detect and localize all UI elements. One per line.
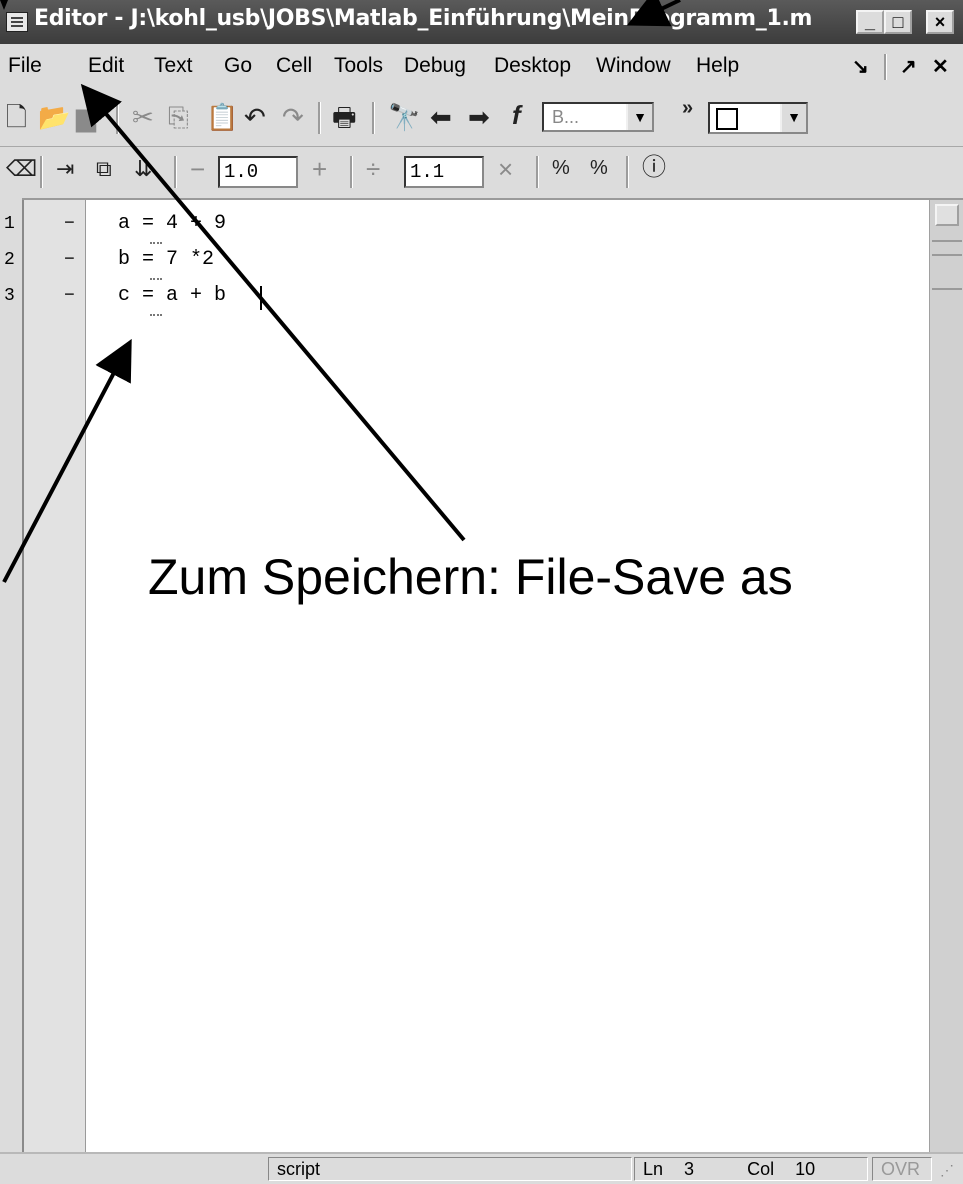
- minimize-button[interactable]: _: [856, 10, 884, 34]
- toolbar-separator: [318, 102, 321, 134]
- mlint-warning: [150, 308, 162, 316]
- insert-percent-icon[interactable]: %: [552, 158, 570, 178]
- decrement-value-input[interactable]: 1.0: [218, 156, 298, 188]
- function-icon[interactable]: f: [512, 102, 521, 128]
- line-label: Ln: [643, 1159, 664, 1179]
- evaluate-cell-icon[interactable]: ⧉: [96, 158, 112, 180]
- evaluate-advance-icon[interactable]: ⇊: [134, 158, 152, 180]
- save-icon[interactable]: ▆: [76, 104, 96, 130]
- menu-debug[interactable]: Debug: [404, 54, 466, 78]
- divide-icon[interactable]: ÷: [366, 156, 380, 182]
- editor-app-icon: [6, 12, 28, 32]
- toolbar-separator: [116, 102, 119, 134]
- menu-separator: [884, 54, 887, 80]
- close-button[interactable]: ×: [926, 10, 954, 34]
- redo-icon[interactable]: ↷: [282, 104, 304, 130]
- open-folder-icon[interactable]: 📂: [38, 104, 70, 130]
- print-icon[interactable]: 🖶: [332, 104, 357, 130]
- main-toolbar: 🗋 📂 ▆ ✂ ⎘ 📋 ↶ ↷ 🖶 🔭 ⬅ ➡ f B... ▼ » ▼: [0, 90, 963, 147]
- undock-icon[interactable]: ↗: [900, 54, 917, 79]
- layout-dropdown[interactable]: ▼: [708, 102, 808, 134]
- code-line[interactable]: b = 7 *2: [118, 248, 214, 271]
- toolbar-separator: [626, 156, 629, 188]
- undo-icon[interactable]: ↶: [244, 104, 266, 130]
- code-line[interactable]: c = a + b: [118, 284, 226, 307]
- mlint-warning: [150, 272, 162, 280]
- stack-dropdown-value: B...: [552, 107, 580, 127]
- cell-toolbar: ⌫ ⇥ ⧉ ⇊ − 1.0 + ÷ 1.1 × % % ⓘ: [0, 148, 963, 200]
- cut-icon[interactable]: ✂: [132, 104, 154, 130]
- eraser-icon[interactable]: ⌫: [6, 158, 37, 180]
- menu-edit[interactable]: Edit: [88, 54, 124, 78]
- layout-square-icon: [716, 108, 738, 130]
- info-icon[interactable]: ⓘ: [642, 156, 666, 180]
- code-editor[interactable]: [86, 200, 929, 1152]
- insert-cell-icon[interactable]: ⇥: [56, 158, 74, 180]
- breakpoint-dash[interactable]: −: [64, 214, 75, 234]
- toolbar-overflow-icon[interactable]: »: [682, 98, 693, 118]
- col-label: Col: [747, 1159, 775, 1179]
- window-title: Editor - J:\kohl_usb\JOBS\Matlab_Einführ…: [34, 6, 813, 31]
- vertical-scrollbar[interactable]: [929, 200, 963, 1152]
- gutter-left-strip: [0, 198, 22, 1154]
- percent-menu-icon[interactable]: %: [590, 158, 608, 178]
- status-position: Ln 3 Col 10: [634, 1157, 868, 1181]
- text-cursor: [260, 286, 262, 310]
- toolbar-separator: [174, 156, 177, 188]
- menu-cell[interactable]: Cell: [276, 54, 312, 78]
- code-line[interactable]: a = 4 + 9: [118, 212, 226, 235]
- stack-dropdown[interactable]: B... ▼: [542, 102, 654, 132]
- menu-window[interactable]: Window: [596, 54, 671, 78]
- menu-desktop[interactable]: Desktop: [494, 54, 571, 78]
- warning-marker[interactable]: [932, 254, 962, 256]
- new-file-icon[interactable]: 🗋: [6, 104, 27, 130]
- toolbar-separator: [350, 156, 353, 188]
- toolbar-separator: [536, 156, 539, 188]
- line-value: 3: [684, 1159, 695, 1179]
- menu-go[interactable]: Go: [224, 54, 252, 78]
- menu-tools[interactable]: Tools: [334, 54, 383, 78]
- col-value: 10: [795, 1159, 816, 1179]
- scroll-thumb[interactable]: [935, 204, 959, 226]
- breakpoint-dash[interactable]: −: [64, 286, 75, 306]
- annotation-text: Zum Speichern: File-Save as: [148, 549, 793, 605]
- resize-grip-icon[interactable]: ⋰: [940, 1162, 954, 1179]
- menu-bar: File Edit Text Go Cell Tools Debug Deskt…: [0, 44, 963, 91]
- chevron-down-icon[interactable]: ▼: [780, 104, 806, 132]
- line-number: 1: [4, 214, 15, 234]
- copy-icon[interactable]: ⎘: [168, 104, 189, 130]
- chevron-down-icon[interactable]: ▼: [626, 104, 652, 130]
- decrement-icon[interactable]: −: [190, 156, 205, 182]
- status-mode: script: [268, 1157, 632, 1181]
- toolbar-separator: [372, 102, 375, 134]
- close-doc-icon[interactable]: ✕: [932, 54, 949, 79]
- menu-file[interactable]: File: [8, 54, 42, 78]
- mlint-warning: [150, 236, 162, 244]
- paste-icon[interactable]: 📋: [206, 104, 238, 130]
- maximize-button[interactable]: □: [884, 10, 912, 34]
- line-number-gutter: [22, 200, 86, 1152]
- multiply-icon[interactable]: ×: [498, 156, 513, 182]
- warning-marker[interactable]: [932, 288, 962, 290]
- menu-text[interactable]: Text: [154, 54, 193, 78]
- toolbar-separator: [40, 156, 43, 188]
- find-icon[interactable]: 🔭: [388, 104, 420, 130]
- title-bar[interactable]: Editor - J:\kohl_usb\JOBS\Matlab_Einführ…: [0, 0, 963, 44]
- increment-icon[interactable]: +: [312, 156, 327, 182]
- status-bar: script Ln 3 Col 10 OVR ⋰: [0, 1152, 963, 1184]
- dock-icon[interactable]: ↘: [852, 54, 869, 79]
- overwrite-indicator: OVR: [872, 1157, 932, 1181]
- divide-value-input[interactable]: 1.1: [404, 156, 484, 188]
- warning-marker[interactable]: [932, 240, 962, 242]
- back-icon[interactable]: ⬅: [430, 104, 452, 130]
- line-number: 2: [4, 250, 15, 270]
- breakpoint-dash[interactable]: −: [64, 250, 75, 270]
- line-number: 3: [4, 286, 15, 306]
- menu-help[interactable]: Help: [696, 54, 739, 78]
- forward-icon[interactable]: ➡: [468, 104, 490, 130]
